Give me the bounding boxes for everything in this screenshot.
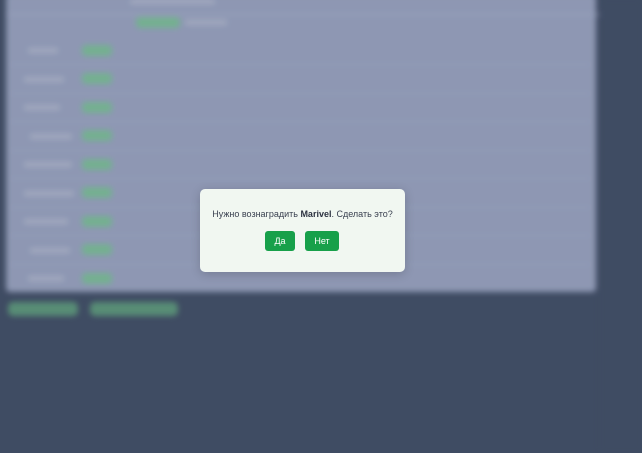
dialog-player-name: Marivel [300,209,332,219]
yes-button[interactable]: Да [265,231,295,251]
dialog-message-prefix: Нужно вознаградить [212,209,301,219]
dialog-message: Нужно вознаградить Marivel. Сделать это? [200,209,405,219]
dialog-message-suffix: . Сделать это? [331,209,393,219]
no-button[interactable]: Нет [305,231,339,251]
confirm-reward-dialog: Нужно вознаградить Marivel. Сделать это?… [200,189,405,272]
app-screen: Нужно вознаградить Marivel. Сделать это?… [0,0,642,453]
